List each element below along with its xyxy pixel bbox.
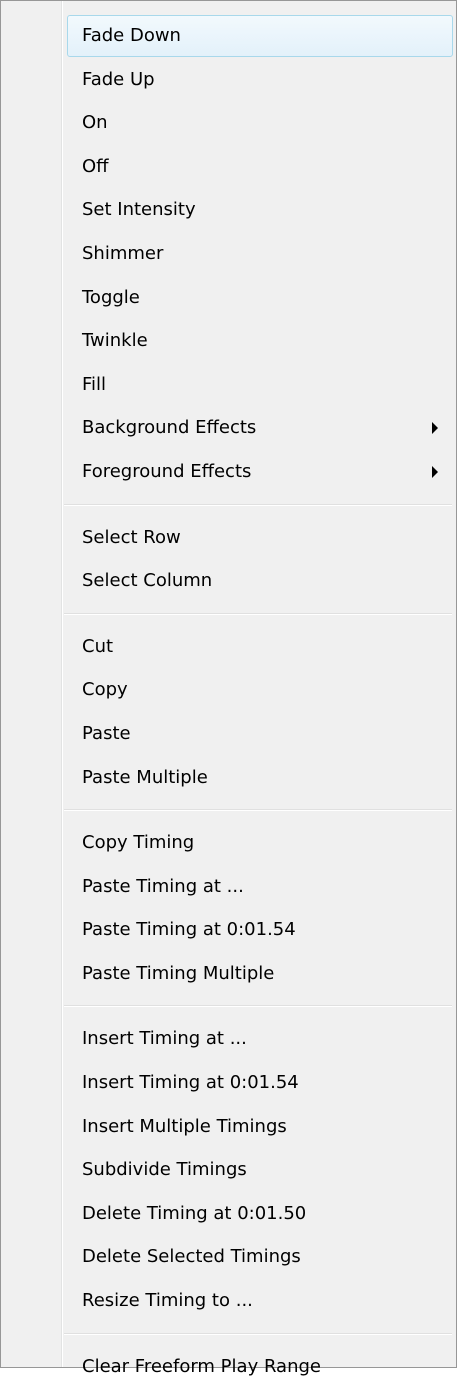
menu-item-background-effects[interactable]: Background Effects: [1, 406, 456, 450]
menu-item-label: Cut: [82, 635, 114, 657]
menu-item-toggle[interactable]: Toggle: [1, 276, 456, 320]
menu-item-cut[interactable]: Cut: [1, 625, 456, 669]
menu-item-label: Paste Timing at ...: [82, 875, 244, 897]
menu-item-label: Off: [82, 155, 109, 177]
menu-item-label: Toggle: [82, 286, 140, 308]
menu-item-insert-timing-at-time[interactable]: Insert Timing at 0:01.54: [1, 1061, 456, 1105]
submenu-arrow-icon: [432, 422, 438, 435]
menu-item-paste-multiple[interactable]: Paste Multiple: [1, 756, 456, 800]
menu-separator: [1, 799, 456, 821]
menu-separator: [1, 1323, 456, 1345]
menu-item-label: Twinkle: [82, 330, 148, 352]
context-menu: Fade Down Fade Up On Off Set Intensity S…: [0, 0, 457, 1377]
menu-item-select-row[interactable]: Select Row: [1, 516, 456, 560]
menu-item-paste-timing-at[interactable]: Paste Timing at ...: [1, 865, 456, 909]
menu-item-label: On: [82, 112, 108, 134]
menu-item-fade-down[interactable]: Fade Down: [1, 14, 456, 58]
menu-item-label: Copy Timing: [82, 832, 195, 854]
menu-item-copy-timing[interactable]: Copy Timing: [1, 821, 456, 865]
menu-item-label: Set Intensity: [82, 199, 196, 221]
menu-item-clear-freeform-play-range[interactable]: Clear Freeform Play Range: [1, 1345, 456, 1388]
menu-item-label: Insert Timing at ...: [82, 1028, 247, 1050]
menu-separator: [1, 603, 456, 625]
menu-item-label: Insert Timing at 0:01.54: [82, 1072, 299, 1094]
menu-item-set-intensity[interactable]: Set Intensity: [1, 188, 456, 232]
menu-item-label: Delete Timing at 0:01.50: [82, 1202, 307, 1224]
menu-item-label: Foreground Effects: [82, 460, 252, 482]
menu-item-label: Fill: [82, 373, 107, 395]
menu-item-delete-selected-timings[interactable]: Delete Selected Timings: [1, 1235, 456, 1279]
menu-item-paste-timing-at-time[interactable]: Paste Timing at 0:01.54: [1, 908, 456, 952]
menu-item-insert-multiple-timings[interactable]: Insert Multiple Timings: [1, 1105, 456, 1149]
menu-item-fill[interactable]: Fill: [1, 363, 456, 407]
menu-item-label: Resize Timing to ...: [82, 1290, 253, 1312]
menu-item-foreground-effects[interactable]: Foreground Effects: [1, 450, 456, 494]
menu-item-label: Paste Timing Multiple: [82, 962, 275, 984]
menu-separator: [1, 995, 456, 1017]
menu-item-label: Fade Down: [82, 25, 181, 46]
menu-item-insert-timing-at[interactable]: Insert Timing at ...: [1, 1017, 456, 1061]
menu-item-select-column[interactable]: Select Column: [1, 559, 456, 603]
menu-item-copy[interactable]: Copy: [1, 668, 456, 712]
menu-item-label: Select Row: [82, 526, 181, 548]
menu-item-on[interactable]: On: [1, 101, 456, 145]
menu-item-label: Paste Timing at 0:01.54: [82, 919, 296, 941]
menu-item-label: Subdivide Timings: [82, 1159, 247, 1181]
menu-item-paste-timing-multiple[interactable]: Paste Timing Multiple: [1, 952, 456, 996]
menu-item-fade-up[interactable]: Fade Up: [1, 58, 456, 102]
menu-item-label: Paste: [82, 722, 131, 744]
menu-separator: [1, 494, 456, 516]
menu-item-label: Copy: [82, 679, 128, 701]
menu-item-label: Background Effects: [82, 417, 257, 439]
menu-item-label: Delete Selected Timings: [82, 1246, 301, 1268]
menu-item-label: Paste Multiple: [82, 766, 208, 788]
menu-item-subdivide-timings[interactable]: Subdivide Timings: [1, 1148, 456, 1192]
menu-item-off[interactable]: Off: [1, 145, 456, 189]
menu-item-paste[interactable]: Paste: [1, 712, 456, 756]
submenu-arrow-icon: [432, 465, 438, 478]
menu-item-label: Insert Multiple Timings: [82, 1115, 287, 1137]
menu-item-label: Fade Up: [82, 68, 155, 90]
menu-item-label: Shimmer: [82, 242, 164, 264]
menu-item-twinkle[interactable]: Twinkle: [1, 319, 456, 363]
menu-item-label: Select Column: [82, 570, 213, 592]
menu-item-resize-timing-to[interactable]: Resize Timing to ...: [1, 1279, 456, 1323]
menu-item-label: Clear Freeform Play Range: [82, 1355, 321, 1377]
menu-item-shimmer[interactable]: Shimmer: [1, 232, 456, 276]
menu-item-delete-timing-at-time[interactable]: Delete Timing at 0:01.50: [1, 1192, 456, 1236]
